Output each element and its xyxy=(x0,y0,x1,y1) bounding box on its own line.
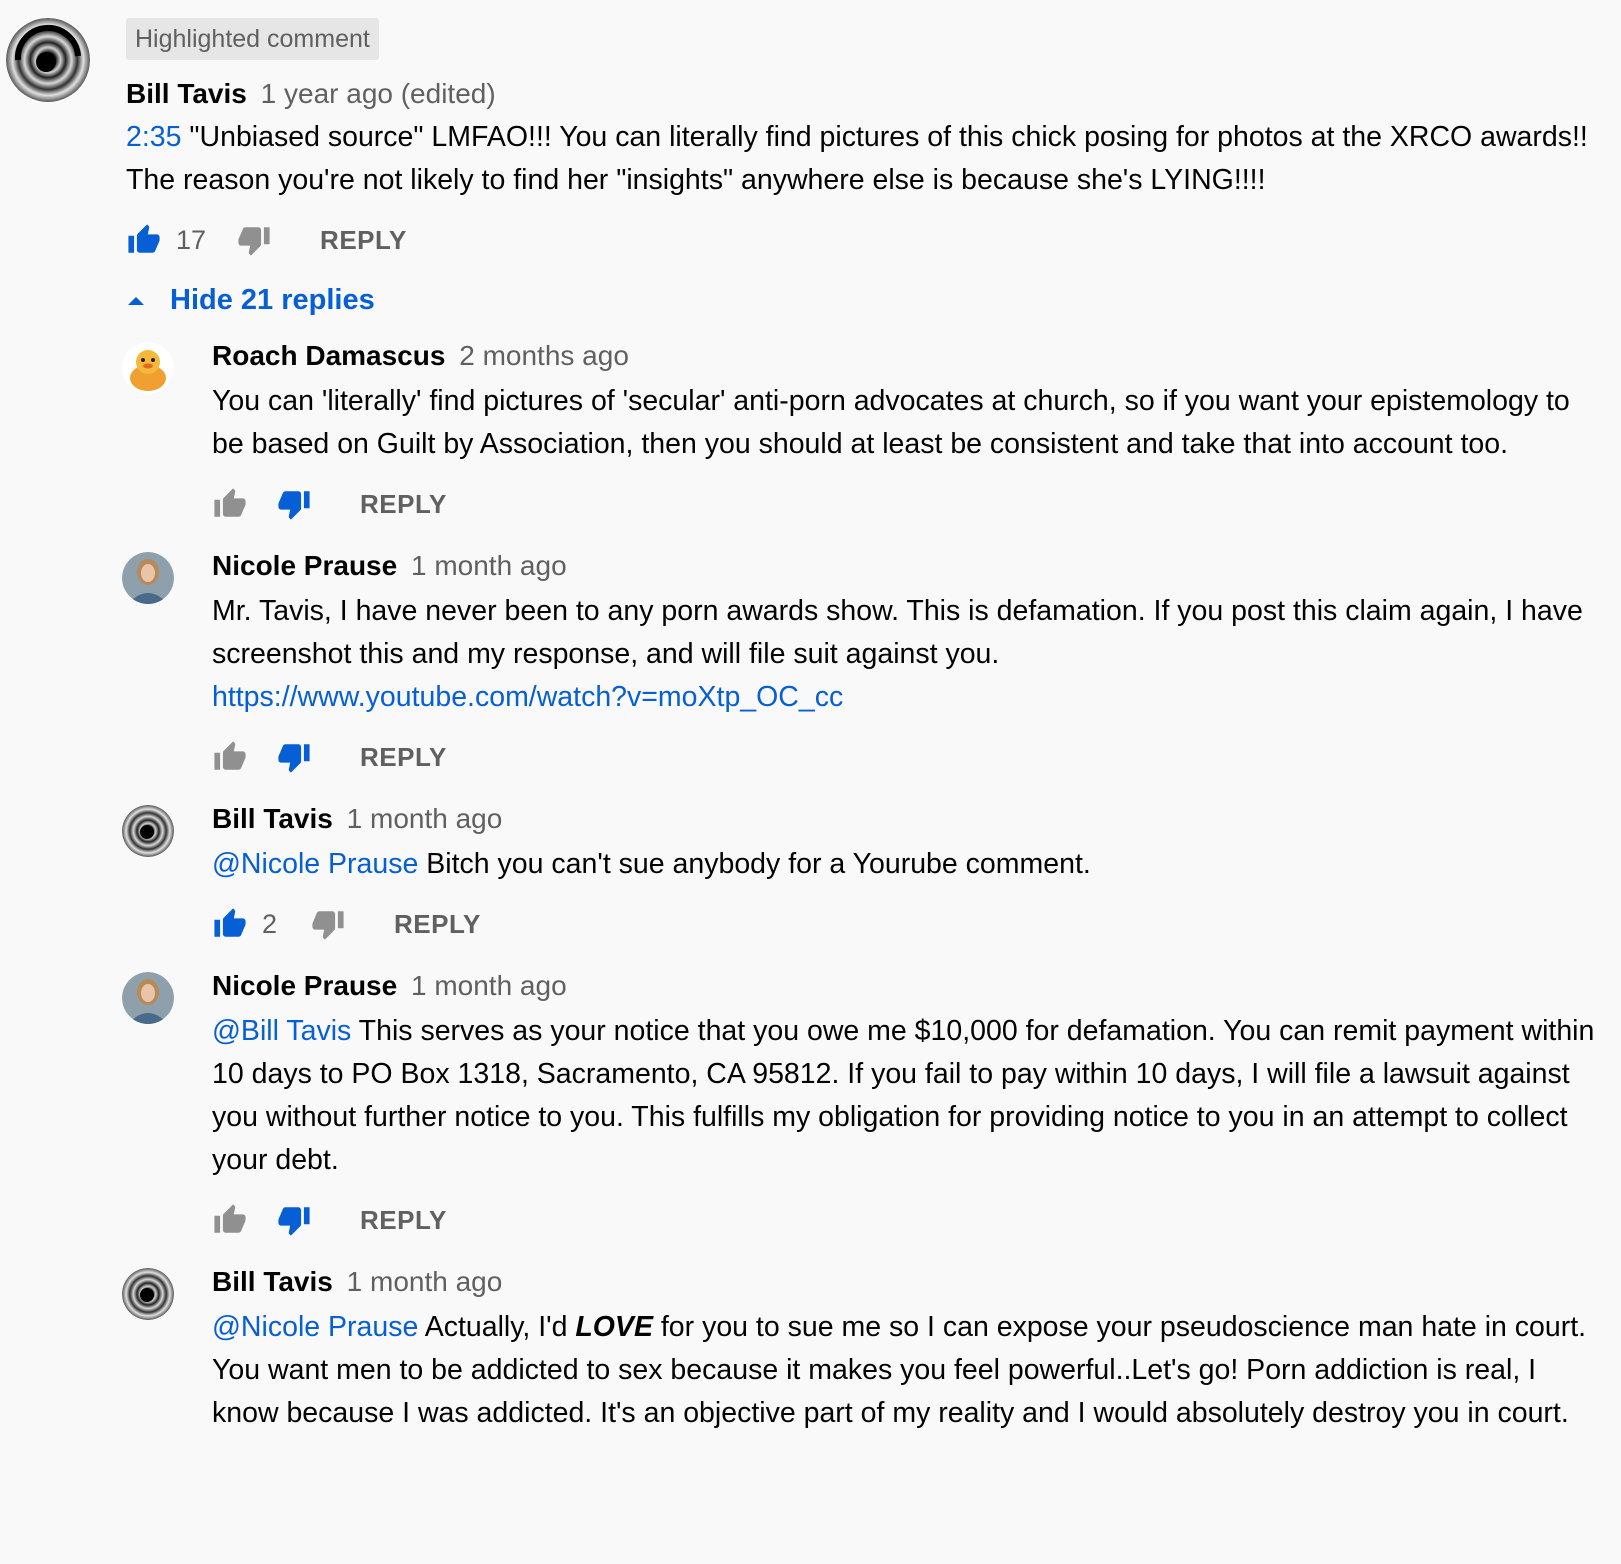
reply-header: Roach Damascus 2 months ago xyxy=(212,332,1596,380)
avatar-swirl-icon xyxy=(122,1268,174,1320)
avatar-swirl-icon xyxy=(122,805,174,857)
reply-header: Bill Tavis 1 month ago xyxy=(212,1258,1596,1306)
reply-header: Bill Tavis 1 month ago xyxy=(212,795,1596,843)
reply-button[interactable]: REPLY xyxy=(360,1205,447,1236)
reply-actions: REPLY xyxy=(212,727,1596,787)
avatar-person-icon xyxy=(122,972,174,1024)
reply-button[interactable]: REPLY xyxy=(320,225,407,256)
reply-time[interactable]: 1 month ago xyxy=(347,803,503,834)
thumb-down-icon xyxy=(277,487,311,521)
reply-body-start: Actually, I'd xyxy=(418,1311,576,1343)
reply-text: @Nicole Prause Bitch you can't sue anybo… xyxy=(212,843,1596,886)
dislike-button[interactable] xyxy=(276,739,312,775)
hide-replies-label: Hide 21 replies xyxy=(170,283,375,316)
reply-button[interactable]: REPLY xyxy=(360,489,447,520)
like-button[interactable] xyxy=(126,222,162,258)
reply-author[interactable]: Nicole Prause xyxy=(212,970,397,1001)
dislike-button[interactable] xyxy=(276,1202,312,1238)
reply-actions: REPLY xyxy=(212,1190,1596,1250)
reply-author[interactable]: Bill Tavis xyxy=(212,803,333,834)
reply-text: @Bill Tavis This serves as your notice t… xyxy=(212,1010,1596,1182)
reply-time[interactable]: 1 month ago xyxy=(411,970,567,1001)
reply-avatar[interactable] xyxy=(122,552,174,604)
avatar-duck-icon xyxy=(122,342,174,394)
reply-header: Nicole Prause 1 month ago xyxy=(212,542,1596,590)
thumb-up-icon xyxy=(213,907,247,941)
avatar-person-icon xyxy=(122,552,174,604)
reply-time[interactable]: 1 month ago xyxy=(347,1266,503,1297)
reply-text: @Nicole Prause Actually, I'd LOVE for yo… xyxy=(212,1306,1596,1435)
reply-avatar[interactable] xyxy=(122,805,174,857)
top-comment-body: "Unbiased source" LMFAO!!! You can liter… xyxy=(126,121,1588,196)
reply-actions: 2 REPLY xyxy=(212,894,1596,954)
like-count: 17 xyxy=(176,224,207,255)
reply-item: Nicole Prause 1 month ago @Bill Tavis Th… xyxy=(122,962,1596,1250)
like-button[interactable] xyxy=(212,1202,248,1238)
top-comment-text: 2:35 "Unbiased source" LMFAO!!! You can … xyxy=(126,116,1596,202)
like-count: 2 xyxy=(262,908,278,939)
thumb-up-icon xyxy=(213,487,247,521)
reply-header: Nicole Prause 1 month ago xyxy=(212,962,1596,1010)
thumb-down-icon xyxy=(311,907,345,941)
thumb-down-icon xyxy=(277,1203,311,1237)
reply-body: Bitch you can't sue anybody for a Yourub… xyxy=(418,848,1091,880)
reply-actions: REPLY xyxy=(212,474,1596,534)
reply-emphasis: LOVE xyxy=(575,1311,653,1343)
reply-time[interactable]: 1 month ago xyxy=(411,550,567,581)
mention-link[interactable]: @Nicole Prause xyxy=(212,1311,418,1343)
top-comment-author[interactable]: Bill Tavis xyxy=(126,78,247,109)
reply-text: You can 'literally' find pictures of 'se… xyxy=(212,385,1570,460)
reply-button[interactable]: REPLY xyxy=(360,742,447,773)
thumb-up-icon xyxy=(213,1203,247,1237)
mention-link[interactable]: @Bill Tavis xyxy=(212,1015,351,1047)
comment-thread: Bill Tavis 1 year ago (edited) 2:35 "Unb… xyxy=(122,70,1596,1435)
reply-button[interactable]: REPLY xyxy=(394,909,481,940)
reply-time[interactable]: 2 months ago xyxy=(459,340,629,371)
reply-text: Mr. Tavis, I have never been to any porn… xyxy=(212,590,1596,719)
top-comment-header: Bill Tavis 1 year ago (edited) xyxy=(126,70,1596,118)
like-button[interactable] xyxy=(212,906,248,942)
reply-item: Nicole Prause 1 month ago Mr. Tavis, I h… xyxy=(122,542,1596,787)
reply-avatar[interactable] xyxy=(122,1268,174,1320)
top-comment-time[interactable]: 1 year ago (edited) xyxy=(261,78,496,109)
reply-author[interactable]: Bill Tavis xyxy=(212,1266,333,1297)
reply-author[interactable]: Nicole Prause xyxy=(212,550,397,581)
avatar-swirl-icon xyxy=(6,18,90,102)
reply-item: Bill Tavis 1 month ago @Nicole Prause Ac… xyxy=(122,1258,1596,1435)
reply-body: This serves as your notice that you owe … xyxy=(212,1015,1595,1176)
reply-body: Mr. Tavis, I have never been to any porn… xyxy=(212,595,1583,670)
thumb-down-icon xyxy=(237,223,271,257)
reply-item: Bill Tavis 1 month ago @Nicole Prause Bi… xyxy=(122,795,1596,954)
dislike-button[interactable] xyxy=(236,222,272,258)
video-link[interactable]: https://www.youtube.com/watch?v=moXtp_OC… xyxy=(212,681,843,713)
reply-avatar[interactable] xyxy=(122,972,174,1024)
thumb-up-icon xyxy=(127,223,161,257)
thumb-up-icon xyxy=(213,740,247,774)
like-button[interactable] xyxy=(212,486,248,522)
dislike-button[interactable] xyxy=(310,906,346,942)
thumb-down-icon xyxy=(277,740,311,774)
top-comment-actions: 17 REPLY xyxy=(126,210,1596,270)
reply-avatar[interactable] xyxy=(122,342,174,394)
hide-replies-toggle[interactable]: Hide 21 replies xyxy=(126,270,1596,330)
dislike-button[interactable] xyxy=(276,486,312,522)
top-comment-avatar[interactable] xyxy=(6,18,90,102)
mention-link[interactable]: @Nicole Prause xyxy=(212,848,418,880)
highlighted-comment-badge: Highlighted comment xyxy=(126,18,379,60)
timestamp-link[interactable]: 2:35 xyxy=(126,121,181,153)
caret-up-icon xyxy=(128,297,144,305)
like-button[interactable] xyxy=(212,739,248,775)
reply-item: Roach Damascus 2 months ago You can 'lit… xyxy=(122,332,1596,534)
reply-author[interactable]: Roach Damascus xyxy=(212,340,445,371)
